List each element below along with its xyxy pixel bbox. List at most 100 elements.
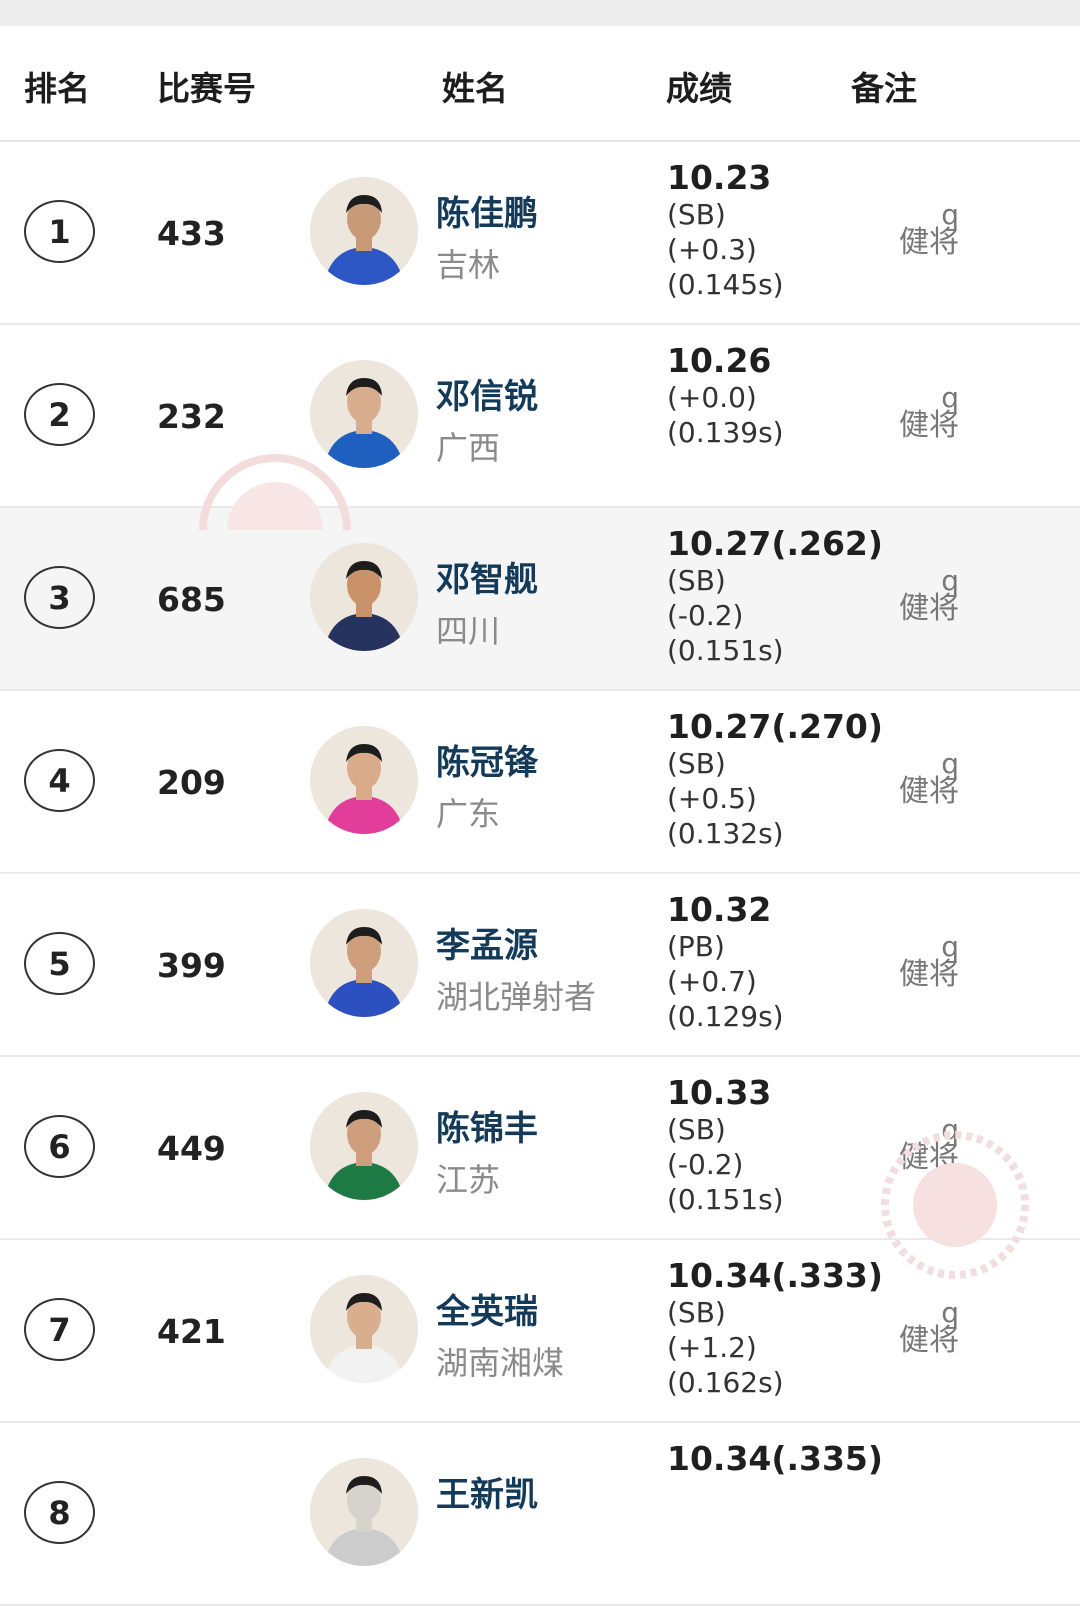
result-detail: (SB) [667,1296,726,1329]
rank-badge: 8 [24,1481,95,1544]
qualifier-mark: q [941,381,959,414]
result-detail: (+0.0) [667,381,757,414]
athlete-name[interactable]: 邓智舰 [436,552,538,601]
result-time: 10.27(.270) [667,707,883,746]
athlete-avatar[interactable] [310,360,418,468]
athlete-name[interactable]: 全英瑞 [436,1284,538,1333]
qualifier-mark: q [941,747,959,780]
level-mark: 健将 [899,774,959,809]
note-cell: q 健将 [897,198,959,260]
athlete-team: 广西 [436,429,501,467]
result-detail: (0.139s) [667,416,784,449]
level-mark: 健将 [899,1323,959,1358]
qualifier-mark: q [941,930,959,963]
bib-number: 232 [157,397,226,436]
result-cell: 10.33 (SB) (-0.2) (0.151s) [667,1074,907,1217]
table-row[interactable]: 7 421 全英瑞 湖南湘煤 10.34(.333) (SB) (+1.2) (0.162s)… [0,1240,1080,1423]
result-detail: (0.151s) [667,1183,784,1216]
rank-badge: 3 [24,566,95,629]
table-row[interactable]: 6 449 陈锦丰江苏 10.33 (SB) (-0.2) (0.151s) q 健将 [0,1057,1080,1240]
athlete-name[interactable]: 王新凯 [436,1467,538,1516]
athlete-name[interactable]: 李孟源 [436,918,538,967]
result-detail: (-0.2) [667,599,744,632]
result-detail: (0.132s) [667,817,784,850]
athlete-avatar[interactable] [310,726,418,834]
results-list: 1 433 陈佳鹏 吉林 10.23 (SB) (+0.3) (0.145s) q 健将 2 232 邓… [0,142,1080,1606]
result-detail: (PB) [667,930,725,963]
athlete-team: 湖北弹射者 [436,978,597,1016]
header-name[interactable]: 姓名 [442,62,508,110]
athlete-avatar[interactable] [310,909,418,1017]
bib-number: 449 [157,1129,226,1168]
result-detail: (+0.5) [667,782,757,815]
result-detail: (+0.7) [667,965,757,998]
athlete-name[interactable]: 陈锦丰 [436,1101,538,1150]
result-cell: 10.23 (SB) (+0.3) (0.145s) [667,159,907,302]
table-row[interactable]: 1 433 陈佳鹏 吉林 10.23 (SB) (+0.3) (0.145s) q 健将 [0,142,1080,325]
qualifier-mark: q [941,564,959,597]
rank-badge: 6 [24,1115,95,1178]
result-detail: (+1.2) [667,1331,757,1364]
athlete-team: 四川 [436,612,501,650]
rank-badge: 5 [24,932,95,995]
result-cell: 10.26 (+0.0) (0.139s) [667,342,907,450]
rank-badge: 1 [24,200,95,263]
header-rank[interactable]: 排名 [24,62,90,110]
note-cell: q 健将 [897,564,959,626]
note-cell: q 健将 [897,747,959,809]
header-bib[interactable]: 比赛号 [157,62,256,110]
table-row[interactable]: 4 209 陈冠锋 广东 10.27(.270) (SB) (+0.5) (0.132s) q 健… [0,691,1080,874]
athlete-name[interactable]: 邓信锐 [436,369,538,418]
qualifier-mark: q [941,1296,959,1329]
result-detail: (0.129s) [667,1000,784,1033]
result-time: 10.23 [667,158,772,197]
qualifier-mark: q [941,198,959,231]
athlete-team: 吉林 [436,246,501,284]
result-detail: (0.151s) [667,634,784,667]
level-mark: 健将 [899,408,959,443]
table-row[interactable]: 3 685 邓智舰四川 10.27(.262) (SB) (-0.2) (0.151s) q 健… [0,508,1080,691]
result-detail: (0.162s) [667,1366,784,1399]
result-time: 10.32 [667,890,772,929]
result-detail: (-0.2) [667,1148,744,1181]
result-detail: (SB) [667,747,726,780]
result-time: 10.26 [667,341,772,380]
rank-badge: 2 [24,383,95,446]
bib-number: 209 [157,763,226,802]
result-detail: (0.145s) [667,268,784,301]
table-row[interactable]: 5 399 李孟源 湖北弹射者 10.32 (PB) (+0.7) (0.129s) q 健将 [0,874,1080,1057]
result-time: 10.34(.335) [667,1439,883,1478]
level-mark: 健将 [899,1140,959,1175]
note-cell: q 健将 [897,1296,959,1358]
bib-number: 433 [157,214,226,253]
level-mark: 健将 [899,957,959,992]
result-detail: (SB) [667,198,726,231]
header-result[interactable]: 成绩 [666,62,732,110]
athlete-avatar[interactable] [310,543,418,651]
note-cell: q 健将 [897,381,959,443]
level-mark: 健将 [899,225,959,260]
result-detail: (+0.3) [667,233,757,266]
table-row[interactable]: 2 232 邓信锐 广西 10.26 (+0.0) (0.139s) q 健将 [0,325,1080,508]
athlete-team: 湖南湘煤 [436,1344,565,1382]
athlete-avatar[interactable] [310,1458,418,1566]
rank-badge: 4 [24,749,95,812]
note-cell: q 健将 [897,1116,959,1175]
table-row[interactable]: 8 王新凯 10.34(.335) [0,1423,1080,1606]
athlete-avatar[interactable] [310,1275,418,1383]
athlete-avatar[interactable] [310,177,418,285]
top-status-strip [0,0,1080,26]
athlete-team: 江苏 [436,1161,501,1199]
result-detail: (SB) [667,564,726,597]
level-mark: 健将 [899,591,959,626]
note-cell: q 健将 [897,930,959,992]
athlete-name[interactable]: 陈冠锋 [436,735,538,784]
athlete-avatar[interactable] [310,1092,418,1200]
bib-number: 421 [157,1312,226,1351]
table-header: 排名 比赛号 姓名 成绩 备注 [0,26,1080,142]
athlete-name[interactable]: 陈佳鹏 [436,186,538,235]
header-note[interactable]: 备注 [851,62,917,110]
result-time: 10.27(.262) [667,524,883,563]
bib-number: 685 [157,580,226,619]
result-cell: 10.32 (PB) (+0.7) (0.129s) [667,891,907,1034]
